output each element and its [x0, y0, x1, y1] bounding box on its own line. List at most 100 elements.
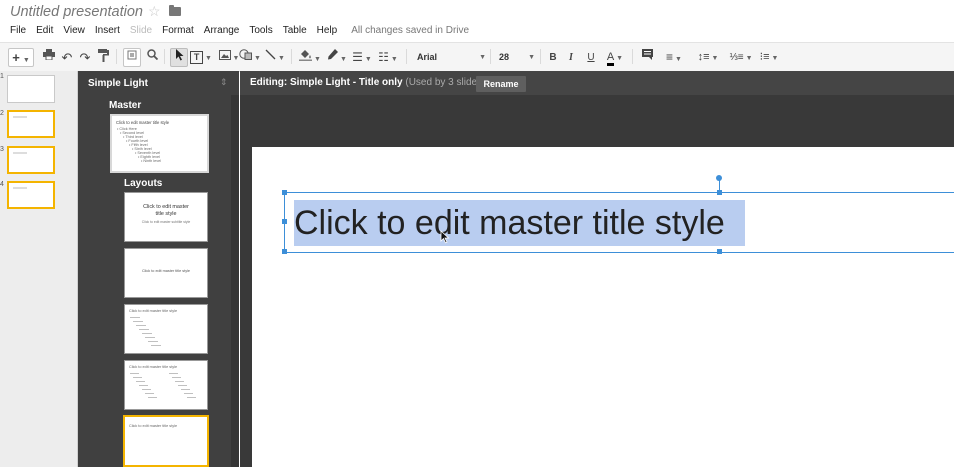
underline-button[interactable]: U	[583, 48, 599, 67]
thumb-text: Click to edit master title style	[129, 365, 178, 369]
align-button[interactable]: ≡ ▼	[660, 48, 688, 67]
thumb-text: Click to edit master title style	[141, 269, 191, 273]
chevron-down-icon: ▼	[203, 55, 212, 62]
panel-scrollbar[interactable]	[231, 95, 239, 467]
shape-button[interactable]: ▼	[236, 48, 264, 67]
thumb-text: • Ninth level	[141, 159, 162, 163]
redo-icon: ↷	[79, 50, 91, 65]
folder-icon[interactable]	[169, 5, 181, 16]
resize-handle-top-left[interactable]	[282, 190, 287, 195]
select-button[interactable]	[170, 48, 188, 67]
menu-slide: Slide	[129, 25, 153, 36]
thumb-text: Click to edit master title style	[116, 120, 170, 125]
zoom-fit-button[interactable]	[123, 48, 141, 67]
menu-table[interactable]: Table	[283, 25, 307, 39]
resize-handle-bottom[interactable]	[717, 249, 722, 254]
image-icon	[218, 50, 231, 60]
fill-color-button[interactable]: ▼	[296, 48, 324, 67]
chevron-down-icon: ▼	[709, 55, 719, 62]
slide-thumbnail-3[interactable]	[7, 146, 55, 174]
chevron-down-icon: ▼	[338, 56, 347, 63]
title-text[interactable]: Click to edit master title style	[294, 200, 745, 246]
menu-view[interactable]: View	[63, 25, 85, 39]
numbered-list-button[interactable]: ⅓≡ ▼	[726, 48, 756, 67]
align-icon: ≡	[666, 50, 674, 64]
undo-icon: ↶	[61, 50, 73, 65]
font-size-value: 28	[499, 52, 510, 62]
redo-button[interactable]: ↷	[76, 48, 94, 67]
layout-thumbnail-section-header[interactable]: Click to edit master title style	[124, 248, 208, 298]
underline-icon: U	[587, 52, 595, 63]
layout-thumbnail-title-and-body[interactable]: Click to edit master title style	[124, 304, 208, 354]
font-size-select[interactable]: 28 ▼	[496, 48, 536, 67]
font-name: Arial	[417, 52, 438, 62]
slide-number: 1	[0, 73, 4, 80]
paint-format-button[interactable]	[94, 48, 112, 67]
editing-usage: (Used by 3 slides)	[405, 77, 486, 88]
numbered-list-icon: ⅓≡	[729, 52, 744, 63]
resize-handle-bottom-left[interactable]	[282, 249, 287, 254]
text-color-button[interactable]: A ▼	[601, 48, 629, 67]
plus-icon: +	[12, 50, 20, 65]
save-status[interactable]: All changes saved in Drive	[351, 25, 469, 39]
layout-thumbnail-title-only[interactable]: Click to edit master title style	[123, 415, 209, 467]
chevron-down-icon: ▼	[528, 54, 535, 61]
menu-insert[interactable]: Insert	[95, 25, 120, 39]
print-button[interactable]	[40, 48, 58, 67]
select-icon	[175, 49, 183, 61]
undo-button[interactable]: ↶	[58, 48, 76, 67]
document-title[interactable]: Untitled presentation	[10, 4, 143, 20]
star-icon[interactable]: ☆	[148, 3, 161, 20]
slide-filmstrip: 1 2 3 4	[0, 71, 78, 467]
toolbar: + ▼ ↶ ↷ T ▼ ▼ ▼ ▼ ▼ ▼ ☰ ▼ ☷ ▼ Arial ▼ 28 ▼…	[0, 42, 954, 72]
panel-resize-icon[interactable]: ⇕	[220, 77, 228, 88]
chevron-down-icon: ▼	[252, 55, 261, 62]
line-color-icon	[328, 49, 339, 60]
menu-arrange[interactable]: Arrange	[204, 25, 240, 39]
chevron-down-icon: ▼	[673, 56, 682, 63]
slide-number: 4	[0, 181, 4, 188]
rotation-handle[interactable]	[716, 175, 722, 181]
text-box-button[interactable]: T ▼	[188, 48, 214, 67]
chevron-down-icon: ▼	[276, 55, 285, 62]
line-color-button[interactable]: ▼	[324, 48, 350, 67]
chevron-down-icon: ▼	[312, 56, 321, 63]
thumb-text: Click to edit master title style	[129, 424, 178, 428]
resize-handle-left[interactable]	[282, 219, 287, 224]
theme-name: Simple Light	[88, 78, 148, 89]
line-weight-button[interactable]: ☰ ▼	[350, 48, 374, 67]
zoom-icon	[146, 49, 158, 61]
bulleted-list-button[interactable]: ⁝≡ ▼	[756, 48, 782, 67]
new-slide-button[interactable]: + ▼	[8, 48, 34, 67]
chevron-down-icon: ▼	[614, 55, 624, 62]
bulleted-list-icon: ⁝≡	[759, 51, 770, 63]
layout-thumbnail-title-slide[interactable]: Click to edit master title style Click t…	[124, 192, 208, 242]
comment-button[interactable]	[638, 48, 656, 67]
resize-handle-top[interactable]	[717, 190, 722, 195]
slide-thumbnail-1[interactable]	[7, 75, 55, 103]
font-select[interactable]: Arial ▼	[412, 48, 489, 67]
master-heading: Master	[109, 100, 142, 111]
menu-file[interactable]: File	[10, 25, 26, 39]
zoom-button[interactable]	[143, 48, 161, 67]
italic-button[interactable]: I	[563, 48, 579, 67]
menu-tools[interactable]: Tools	[249, 25, 272, 39]
paint-format-icon	[97, 49, 109, 62]
line-button[interactable]: ▼	[262, 48, 288, 67]
slide-thumbnail-4[interactable]	[7, 181, 55, 209]
line-spacing-button[interactable]: ↕≡ ▼	[694, 48, 722, 67]
menu-format[interactable]: Format	[162, 25, 194, 39]
thumb-text: Click to edit master title style	[129, 309, 178, 313]
menu-edit[interactable]: Edit	[36, 25, 53, 39]
line-dash-button[interactable]: ☷ ▼	[374, 48, 402, 67]
line-dash-icon: ☷	[378, 50, 389, 64]
thumb-text: Click to edit master title style	[143, 204, 189, 217]
chevron-down-icon: ▼	[362, 56, 372, 63]
master-thumbnail[interactable]: Click to edit master title style • Click…	[110, 114, 209, 173]
line-weight-icon: ☰	[352, 50, 363, 64]
layout-thumbnail-two-columns[interactable]: Click to edit master title style	[124, 360, 208, 410]
menu-help[interactable]: Help	[317, 25, 338, 39]
slide-thumbnail-2[interactable]	[7, 110, 55, 138]
rename-button[interactable]: Rename	[476, 76, 526, 92]
bold-button[interactable]: B	[545, 48, 561, 67]
